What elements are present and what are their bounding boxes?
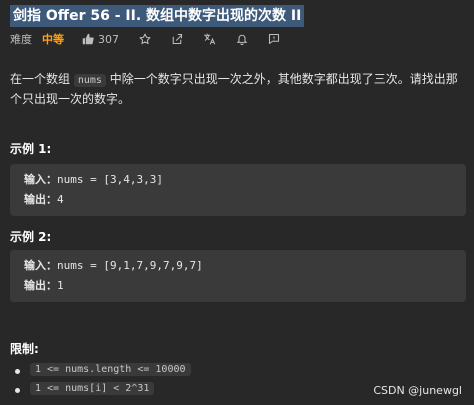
share-button[interactable]	[171, 33, 183, 45]
thumbs-up-icon	[82, 33, 94, 45]
example-output: 4	[57, 193, 64, 206]
like-count: 307	[98, 32, 119, 46]
example-input: nums = [3,4,3,3]	[57, 173, 163, 186]
example-output: 1	[57, 279, 64, 292]
star-icon	[139, 33, 151, 45]
translate-icon	[204, 33, 216, 45]
feedback-icon	[268, 33, 280, 45]
translate-button[interactable]	[203, 33, 216, 45]
example-2-box: 输入：nums = [9,1,7,9,7,9,7] 输出：1	[10, 250, 466, 302]
watermark: CSDN @junewgl	[373, 384, 462, 397]
example-input-label: 输入：	[24, 173, 57, 186]
share-icon	[172, 33, 183, 45]
inline-code-nums: nums	[73, 74, 106, 87]
example-2-title: 示例 2:	[10, 230, 52, 244]
problem-description: 在一个数组 nums 中除一个数字只出现一次之外，其他数字都出现了三次。请找出那…	[10, 70, 465, 109]
constraints-title: 限制:	[10, 342, 39, 356]
difficulty-label: 难度	[10, 33, 32, 46]
bell-icon	[236, 34, 248, 45]
example-1-box: 输入：nums = [3,4,3,3] 输出：4	[10, 164, 466, 216]
constraint-code: 1 <= nums.length <= 10000	[30, 363, 191, 376]
difficulty-badge: 中等	[42, 33, 64, 46]
feedback-button[interactable]	[268, 33, 280, 45]
example-1-title: 示例 1:	[10, 142, 52, 156]
problem-meta-bar: 难度 中等 307	[10, 31, 280, 47]
example-output-label: 输出：	[24, 193, 57, 206]
constraint-code: 1 <= nums[i] < 2^31	[30, 382, 155, 395]
notification-button[interactable]	[236, 33, 248, 45]
like-button[interactable]: 307	[82, 33, 119, 46]
problem-title: 剑指 Offer 56 - II. 数组中数字出现的次数 II	[10, 5, 305, 27]
example-input-label: 输入：	[24, 259, 57, 272]
description-text: 在一个数组	[10, 72, 74, 86]
favorite-button[interactable]	[139, 33, 151, 45]
constraints-list: 1 <= nums.length <= 10000 1 <= nums[i] <…	[15, 363, 191, 402]
constraint-item: 1 <= nums[i] < 2^31	[15, 382, 191, 399]
constraint-item: 1 <= nums.length <= 10000	[15, 363, 191, 380]
example-input: nums = [9,1,7,9,7,9,7]	[57, 259, 203, 272]
example-output-label: 输出：	[24, 279, 57, 292]
